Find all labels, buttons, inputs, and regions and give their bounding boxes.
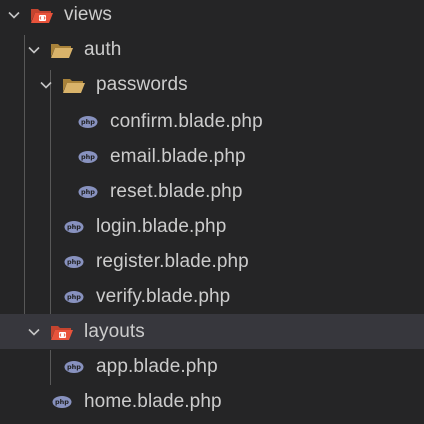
folder-open-icon (63, 78, 85, 93)
php-file-icon: php (78, 150, 98, 163)
php-file-icon: php (64, 360, 84, 373)
chevron-down-icon[interactable] (26, 42, 42, 58)
svg-text:php: php (81, 153, 95, 161)
tree-item-label: register.blade.php (96, 250, 249, 272)
tree-item-label: app.blade.php (96, 355, 218, 377)
php-file-icon: php (78, 185, 98, 198)
folder-views-open-icon (31, 8, 53, 23)
tree-item-auth-folder[interactable]: auth (0, 32, 424, 67)
tree-item-label: reset.blade.php (110, 180, 243, 202)
php-file-icon: php (64, 290, 84, 303)
tree-item-email-file[interactable]: php email.blade.php (0, 139, 424, 174)
tree-item-confirm-file[interactable]: php confirm.blade.php (0, 104, 424, 139)
tree-item-reset-file[interactable]: php reset.blade.php (0, 174, 424, 209)
tree-item-label: confirm.blade.php (110, 110, 263, 132)
svg-text:php: php (81, 188, 95, 196)
tree-item-label: auth (84, 38, 122, 60)
folder-open-icon (51, 43, 73, 58)
tree-item-home-file[interactable]: php home.blade.php (0, 384, 424, 419)
tree-item-label: home.blade.php (84, 390, 222, 412)
php-file-icon: php (78, 115, 98, 128)
tree-item-label: passwords (96, 73, 188, 95)
svg-text:php: php (67, 223, 81, 231)
tree-item-label: verify.blade.php (96, 285, 231, 307)
tree-item-views-folder[interactable]: views (0, 0, 424, 32)
php-file-icon: php (52, 395, 72, 408)
file-explorer-tree: views auth passwords php confirm.blade.p… (0, 0, 424, 424)
svg-text:php: php (67, 258, 81, 266)
chevron-down-icon[interactable] (6, 7, 22, 23)
svg-text:php: php (67, 293, 81, 301)
folder-views-open-icon (51, 325, 73, 340)
tree-item-register-file[interactable]: php register.blade.php (0, 244, 424, 279)
tree-item-app-file[interactable]: php app.blade.php (0, 349, 424, 384)
tree-item-label: views (64, 3, 113, 25)
tree-item-login-file[interactable]: php login.blade.php (0, 209, 424, 244)
tree-item-verify-file[interactable]: php verify.blade.php (0, 279, 424, 314)
svg-text:php: php (81, 118, 95, 126)
tree-item-label: layouts (84, 320, 145, 342)
php-file-icon: php (64, 220, 84, 233)
chevron-down-icon[interactable] (38, 77, 54, 93)
tree-item-passwords-folder[interactable]: passwords (0, 67, 424, 102)
tree-item-label: login.blade.php (96, 215, 227, 237)
svg-text:php: php (67, 363, 81, 371)
php-file-icon: php (64, 255, 84, 268)
chevron-down-icon[interactable] (26, 324, 42, 340)
tree-item-label: email.blade.php (110, 145, 246, 167)
tree-item-layouts-folder[interactable]: layouts (0, 314, 424, 349)
svg-text:php: php (55, 398, 69, 406)
